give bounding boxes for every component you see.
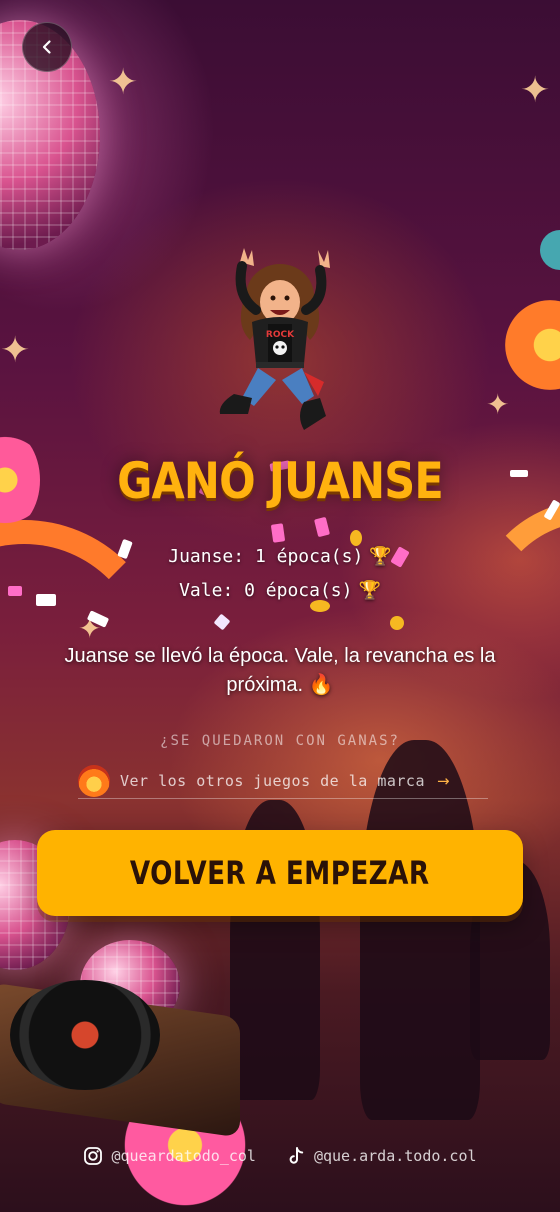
winner-title: GANÓ JUANSE	[117, 452, 444, 510]
trophy-icon: 🏆	[369, 546, 392, 567]
instagram-icon	[84, 1147, 103, 1165]
rainbow-right	[470, 500, 560, 744]
restart-button-label: VOLVER A EMPEZAR	[130, 854, 430, 892]
sparkle-1: ✦	[108, 62, 139, 103]
score-line-juanse: Juanse: 1 época(s) 🏆	[0, 546, 560, 567]
flower-left	[0, 430, 40, 530]
svg-text:ROCK: ROCK	[266, 330, 295, 340]
confetti	[213, 613, 231, 631]
score-text: Juanse: 1 época(s)	[168, 546, 364, 567]
brand-fire-mascot-icon	[78, 765, 110, 797]
more-games-caption: ¿SE QUEDARON CON GANAS?	[160, 733, 400, 749]
score-line-vale: Vale: 0 época(s) 🏆	[0, 580, 560, 601]
instagram-handle: @queardatodo_col	[111, 1147, 256, 1165]
back-button[interactable]	[22, 22, 72, 72]
confetti	[270, 523, 286, 543]
confetti	[310, 600, 330, 612]
sparkle-2: ✦	[0, 330, 31, 371]
trophy-icon: 🏆	[358, 580, 381, 601]
score-text: Vale: 0 época(s)	[179, 580, 353, 601]
confetti	[314, 516, 330, 538]
sparkle-3: ✦	[520, 70, 551, 111]
tiktok-icon	[289, 1147, 304, 1164]
tiktok-handle: @que.arda.todo.col	[313, 1147, 477, 1165]
arrow-right-icon: →	[436, 772, 450, 790]
chevron-left-icon	[42, 40, 51, 54]
result-message: Juanse se llevó la época. Vale, la revan…	[64, 645, 496, 696]
vinyl-record	[10, 980, 160, 1090]
other-games-link[interactable]: Ver los otros juegos de la marca →	[78, 764, 488, 799]
confetti	[350, 530, 362, 546]
social-links: @queardatodo_col @que.arda.todo.col	[0, 1146, 560, 1166]
sparkle-4: ✦	[486, 388, 510, 421]
disco-background: ✦ ✦ ✦ ✦ ✦	[0, 0, 560, 1212]
confetti	[390, 616, 404, 630]
other-games-link-label: Ver los otros juegos de la marca	[120, 772, 425, 790]
instagram-link[interactable]: @queardatodo_col	[83, 1146, 256, 1166]
restart-button[interactable]: VOLVER A EMPEZAR	[37, 830, 523, 916]
flower-teal	[540, 230, 560, 270]
rocker-mascot-illustration: ROCK	[219, 248, 330, 430]
tiktok-link[interactable]: @que.arda.todo.col	[286, 1146, 477, 1166]
flower-right	[505, 300, 560, 390]
